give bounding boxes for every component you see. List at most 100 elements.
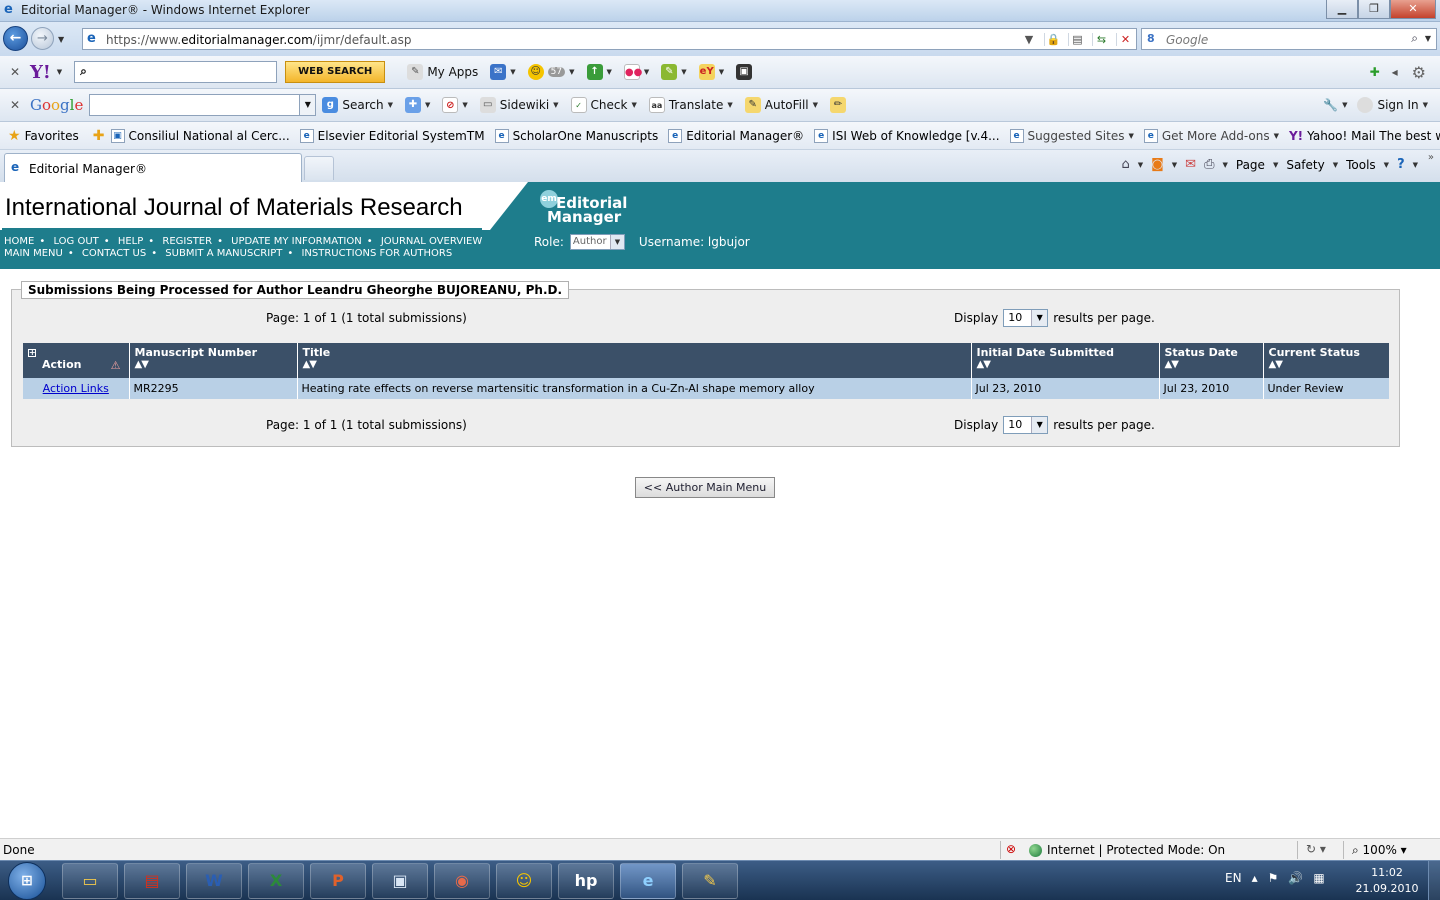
results-per-page-select[interactable]: 10 ▼: [1003, 309, 1049, 327]
gear-icon[interactable]: ⚙: [1412, 63, 1426, 82]
notes-button[interactable]: ✎ ▼: [661, 64, 687, 80]
action-links-link[interactable]: Action Links: [43, 382, 109, 395]
translate-widget-button[interactable]: ▣: [736, 64, 753, 80]
chevron-left-icon[interactable]: ◂: [1392, 65, 1398, 79]
add-icon[interactable]: ✚: [1370, 65, 1380, 79]
media-taskbar-icon[interactable]: ◉: [434, 863, 490, 899]
volume-icon[interactable]: 🔊: [1288, 871, 1303, 885]
bookmarks-button[interactable]: ✚ ▼: [404, 97, 430, 113]
start-button[interactable]: ⊞: [8, 862, 46, 900]
zoom-level[interactable]: ⌕ 100% ▾: [1352, 843, 1407, 858]
autofill-button[interactable]: ✎ AutoFill ▼: [744, 97, 818, 113]
finance-button[interactable]: ↑ ▼: [586, 64, 612, 80]
sort-icon[interactable]: ▲▼: [135, 359, 292, 370]
check-button[interactable]: ✓ Check ▼: [570, 97, 637, 113]
favorite-item[interactable]: ▣ Consiliul National al Cerc...: [110, 128, 290, 143]
show-desktop-button[interactable]: [1428, 861, 1440, 900]
suggested-sites-button[interactable]: e Suggested Sites ▼: [1009, 128, 1134, 143]
search-dropdown-icon[interactable]: ▼: [1425, 34, 1431, 43]
lock-icon[interactable]: 🔒: [1044, 32, 1062, 46]
nav-journal-overview[interactable]: JOURNAL OVERVIEW: [381, 236, 482, 247]
language-indicator[interactable]: EN: [1225, 871, 1242, 885]
google-search-button[interactable]: g Search ▼: [322, 97, 393, 113]
wrench-icon[interactable]: 🔧: [1323, 98, 1338, 112]
nav-contact-us[interactable]: CONTACT US: [82, 248, 146, 259]
feeds-icon[interactable]: ◙: [1151, 157, 1164, 172]
network-icon[interactable]: ▦: [1313, 871, 1324, 885]
refresh-icon[interactable]: ⇆: [1092, 32, 1110, 46]
url-input[interactable]: e https://www.editorialmanager.com/ijmr/…: [82, 28, 1137, 50]
favorites-star-icon[interactable]: ★: [8, 128, 21, 144]
explorer-taskbar-icon[interactable]: ▭: [62, 863, 118, 899]
yahoo-logo[interactable]: Y!: [30, 62, 51, 83]
excel-taskbar-icon[interactable]: X: [248, 863, 304, 899]
yahoo-messenger-taskbar-icon[interactable]: ☺: [496, 863, 552, 899]
add-favorite-icon[interactable]: ✚: [93, 128, 105, 144]
new-tab-button[interactable]: [304, 156, 334, 180]
favorites-button[interactable]: Favorites: [25, 129, 79, 143]
nav-register[interactable]: REGISTER: [162, 236, 212, 247]
yahoo-menu-chevron-icon[interactable]: ▼: [57, 68, 62, 76]
blocked-icon[interactable]: ⊗: [1006, 842, 1016, 856]
nav-log-out[interactable]: LOG OUT: [53, 236, 98, 247]
read-mail-icon[interactable]: ✉: [1185, 157, 1196, 172]
word-taskbar-icon[interactable]: W: [186, 863, 242, 899]
powerpoint-taskbar-icon[interactable]: P: [310, 863, 366, 899]
sign-in-button[interactable]: Sign In ▼: [1357, 97, 1428, 113]
sort-icon[interactable]: ▲▼: [303, 359, 966, 370]
search-provider-input[interactable]: 8 Google ⌕ ▼: [1141, 28, 1437, 50]
tools-menu[interactable]: Tools: [1346, 158, 1376, 172]
help-icon[interactable]: ?: [1397, 157, 1405, 172]
safety-menu[interactable]: Safety: [1286, 158, 1324, 172]
recent-pages-chevron-icon[interactable]: ▼: [58, 35, 64, 44]
nav-submit-manuscript[interactable]: SUBMIT A MANUSCRIPT: [165, 248, 282, 259]
sort-icon[interactable]: ▲▼: [977, 359, 1154, 370]
search-icon[interactable]: ⌕: [1411, 31, 1418, 46]
minimize-button[interactable]: ▁: [1326, 0, 1358, 19]
protected-mode-icon[interactable]: ↻ ▾: [1306, 842, 1326, 856]
get-addons-button[interactable]: e Get More Add-ons ▼: [1143, 128, 1279, 143]
popup-blocker-button[interactable]: ⊘ ▼: [442, 97, 468, 113]
ebay-button[interactable]: eY ▼: [698, 64, 724, 80]
favorite-item[interactable]: e ScholarOne Manuscripts: [494, 128, 658, 143]
url-dropdown-icon[interactable]: ▼: [1020, 33, 1038, 46]
nav-main-menu[interactable]: MAIN MENU: [4, 248, 63, 259]
favorite-item[interactable]: e Editorial Manager®: [668, 128, 804, 143]
show-hidden-icons-icon[interactable]: ▴: [1252, 871, 1258, 885]
sidewiki-button[interactable]: ▭ Sidewiki ▼: [479, 97, 559, 113]
translate-button[interactable]: aa Translate ▼: [648, 97, 733, 113]
nav-update-info[interactable]: UPDATE MY INFORMATION: [231, 236, 362, 247]
nav-help[interactable]: HELP: [118, 236, 143, 247]
window-taskbar-icon[interactable]: ▣: [372, 863, 428, 899]
page-menu[interactable]: Page: [1236, 158, 1265, 172]
back-button[interactable]: ←: [3, 26, 28, 51]
my-apps-button[interactable]: ✎ My Apps: [407, 64, 478, 80]
highlighter-icon[interactable]: ✏: [830, 97, 847, 113]
flickr-button[interactable]: ●● ▼: [623, 64, 649, 80]
google-search-input[interactable]: ▼: [89, 94, 317, 116]
nav-instructions[interactable]: INSTRUCTIONS FOR AUTHORS: [301, 248, 452, 259]
home-icon[interactable]: ⌂: [1122, 157, 1130, 172]
favorite-item[interactable]: Y!Yahoo! Mail The best web...: [1289, 129, 1440, 143]
nav-home[interactable]: HOME: [4, 236, 34, 247]
close-button[interactable]: ✕: [1390, 0, 1436, 19]
expand-icon[interactable]: +: [28, 349, 36, 357]
favorite-item[interactable]: e Elsevier Editorial SystemTM: [299, 128, 485, 143]
paint-taskbar-icon[interactable]: ✎: [682, 863, 738, 899]
compatibility-icon[interactable]: ▤: [1068, 32, 1086, 46]
yahoo-search-input[interactable]: ⌕: [74, 61, 278, 83]
stop-icon[interactable]: ✕: [1116, 32, 1134, 46]
hp-taskbar-icon[interactable]: hp: [558, 863, 614, 899]
role-select[interactable]: Author ▼: [569, 234, 625, 250]
web-search-button[interactable]: WEB SEARCH: [285, 61, 386, 83]
google-search-dropdown-icon[interactable]: ▼: [299, 95, 316, 115]
author-main-menu-button[interactable]: << Author Main Menu: [635, 477, 775, 498]
ie-taskbar-icon[interactable]: e: [620, 863, 676, 899]
tab-editorial-manager[interactable]: e Editorial Manager®: [4, 153, 302, 182]
forward-button[interactable]: →: [31, 27, 54, 50]
results-per-page-select[interactable]: 10 ▼: [1003, 416, 1049, 434]
favorite-item[interactable]: e ISI Web of Knowledge [v.4...: [814, 128, 1000, 143]
more-chevron-icon[interactable]: »: [1428, 152, 1434, 163]
messenger-button[interactable]: ☺ 57 ▼: [527, 64, 575, 80]
mail-button[interactable]: ✉ ▼: [490, 64, 516, 80]
